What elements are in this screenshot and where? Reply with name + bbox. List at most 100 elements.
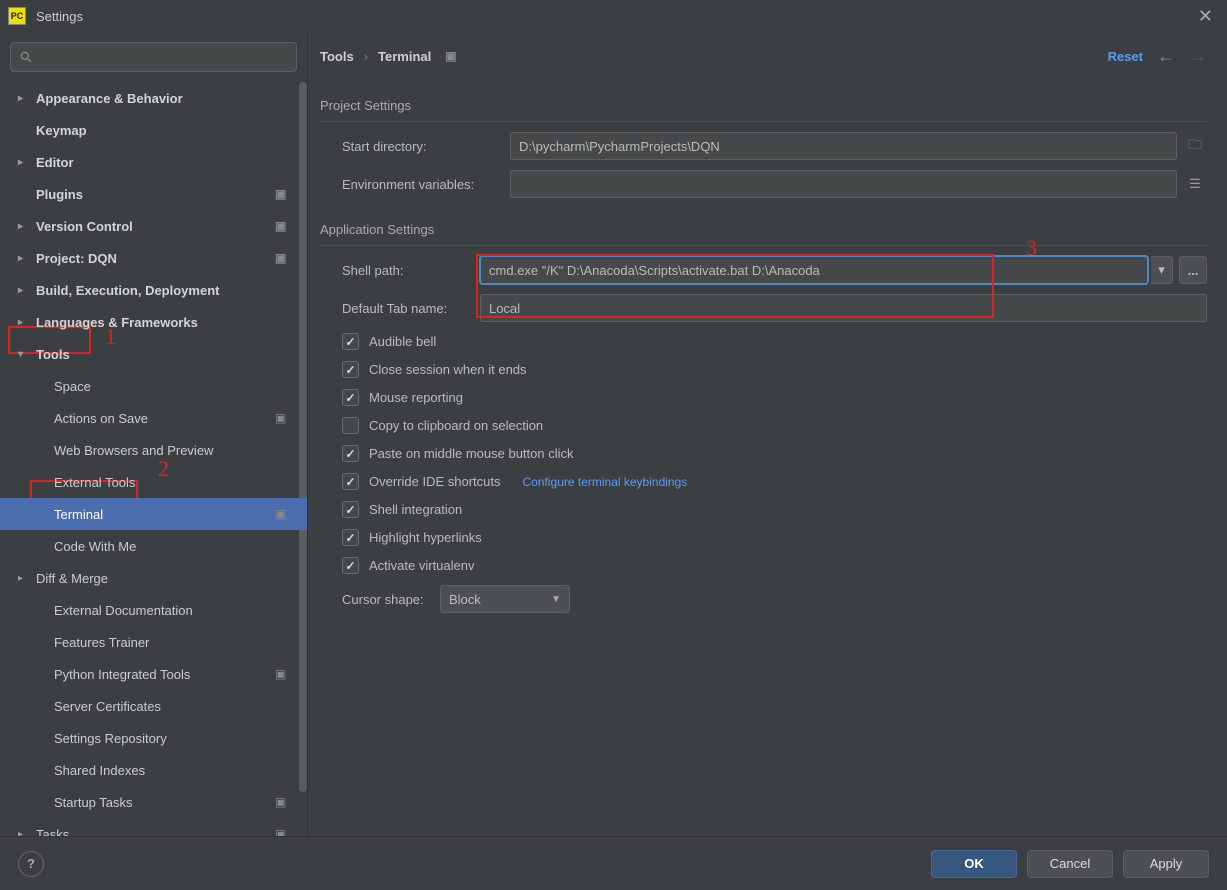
tree-item-label: Version Control — [36, 219, 275, 234]
tree-item-code-with-me[interactable]: Code With Me — [0, 530, 307, 562]
folder-icon[interactable]: 🗀 — [1183, 133, 1207, 159]
tree-item-label: Languages & Frameworks — [36, 315, 289, 330]
list-icon[interactable]: ☰ — [1183, 171, 1207, 197]
checkbox-row-audible: Audible bell — [320, 333, 1207, 350]
tree-item-label: Actions on Save — [54, 411, 275, 426]
checkbox-mouse[interactable] — [342, 389, 359, 406]
reset-link[interactable]: Reset — [1108, 49, 1143, 64]
checkbox-clipboard[interactable] — [342, 417, 359, 434]
section-project-settings: Project Settings — [320, 98, 1207, 113]
project-badge-icon: ▣ — [275, 187, 289, 201]
cursor-shape-value: Block — [449, 592, 481, 607]
checkbox-shellint[interactable] — [342, 501, 359, 518]
nav-forward-icon[interactable]: → — [1189, 46, 1207, 67]
project-badge-icon: ▣ — [275, 795, 289, 809]
tree-item-tools[interactable]: ▾Tools — [0, 338, 307, 370]
tree-item-label: Tools — [36, 347, 289, 362]
env-vars-input[interactable] — [510, 170, 1177, 198]
close-icon[interactable]: ✕ — [1192, 6, 1219, 27]
dialog-footer: ? OK Cancel Apply — [0, 836, 1227, 890]
apply-button[interactable]: Apply — [1123, 850, 1209, 878]
settings-tree: 1 2 ▸Appearance & BehaviorKeymap▸EditorP… — [0, 82, 307, 836]
checkbox-row-close_session: Close session when it ends — [320, 361, 1207, 378]
search-input[interactable] — [10, 42, 297, 72]
checkbox-audible[interactable] — [342, 333, 359, 350]
tree-item-web-browsers-and-preview[interactable]: Web Browsers and Preview — [0, 434, 307, 466]
label-env-vars: Environment variables: — [320, 177, 510, 192]
configure-keybindings-link[interactable]: Configure terminal keybindings — [523, 475, 688, 489]
checkbox-row-venv: Activate virtualenv — [320, 557, 1207, 574]
tree-item-label: Keymap — [36, 123, 289, 138]
tree-item-label: Python Integrated Tools — [54, 667, 275, 682]
tree-item-appearance-behavior[interactable]: ▸Appearance & Behavior — [0, 82, 307, 114]
tree-item-label: Terminal — [54, 507, 275, 522]
tree-item-terminal[interactable]: Terminal▣ — [0, 498, 307, 530]
tree-item-languages-frameworks[interactable]: ▸Languages & Frameworks — [0, 306, 307, 338]
chevron-right-icon: ▸ — [18, 93, 30, 104]
breadcrumb-root[interactable]: Tools — [320, 49, 354, 64]
tree-item-label: Space — [54, 379, 289, 394]
tree-item-label: Tasks — [36, 827, 275, 837]
start-directory-input[interactable] — [510, 132, 1177, 160]
cursor-shape-select[interactable]: Block ▼ — [440, 585, 570, 613]
tree-item-label: Web Browsers and Preview — [54, 443, 289, 458]
label-start-directory: Start directory: — [320, 139, 510, 154]
tree-item-server-certificates[interactable]: Server Certificates — [0, 690, 307, 722]
checkbox-paste[interactable] — [342, 445, 359, 462]
checkbox-highlight[interactable] — [342, 529, 359, 546]
checkbox-label-clipboard: Copy to clipboard on selection — [369, 418, 543, 433]
project-badge-icon: ▣ — [275, 251, 289, 265]
tree-item-label: Features Trainer — [54, 635, 289, 650]
breadcrumb-sep: › — [364, 49, 368, 64]
checkbox-override[interactable] — [342, 473, 359, 490]
tree-item-keymap[interactable]: Keymap — [0, 114, 307, 146]
shell-path-browse-button[interactable]: ... — [1179, 256, 1207, 284]
tree-item-build-execution-deployment[interactable]: ▸Build, Execution, Deployment — [0, 274, 307, 306]
chevron-right-icon: ▸ — [18, 573, 30, 584]
main-area: 1 2 ▸Appearance & BehaviorKeymap▸EditorP… — [0, 32, 1227, 836]
checkbox-close_session[interactable] — [342, 361, 359, 378]
tree-item-label: Code With Me — [54, 539, 289, 554]
tree-item-editor[interactable]: ▸Editor — [0, 146, 307, 178]
checkbox-label-shellint: Shell integration — [369, 502, 462, 517]
shell-path-dropdown-icon[interactable]: ▾ — [1151, 256, 1173, 284]
label-cursor-shape: Cursor shape: — [320, 592, 440, 607]
checkbox-row-shellint: Shell integration — [320, 501, 1207, 518]
checkbox-venv[interactable] — [342, 557, 359, 574]
nav-back-icon[interactable]: ← — [1157, 46, 1175, 67]
tree-item-label: Settings Repository — [54, 731, 289, 746]
project-badge-icon: ▣ — [275, 827, 289, 836]
tree-item-label: Server Certificates — [54, 699, 289, 714]
label-shell-path: Shell path: — [320, 263, 480, 278]
checkbox-label-venv: Activate virtualenv — [369, 558, 475, 573]
label-default-tab-name: Default Tab name: — [320, 301, 480, 316]
tree-item-external-tools[interactable]: External Tools — [0, 466, 307, 498]
tree-item-plugins[interactable]: Plugins▣ — [0, 178, 307, 210]
checkbox-row-paste: Paste on middle mouse button click — [320, 445, 1207, 462]
section-application-settings: Application Settings — [320, 222, 1207, 237]
tree-item-settings-repository[interactable]: Settings Repository — [0, 722, 307, 754]
tree-item-label: Shared Indexes — [54, 763, 289, 778]
help-button[interactable]: ? — [18, 851, 44, 877]
tree-item-startup-tasks[interactable]: Startup Tasks▣ — [0, 786, 307, 818]
tree-item-label: Diff & Merge — [36, 571, 289, 586]
ok-button[interactable]: OK — [931, 850, 1017, 878]
tree-item-project-dqn[interactable]: ▸Project: DQN▣ — [0, 242, 307, 274]
tree-item-external-documentation[interactable]: External Documentation — [0, 594, 307, 626]
tree-item-label: Startup Tasks — [54, 795, 275, 810]
tree-item-tasks[interactable]: ▸Tasks▣ — [0, 818, 307, 836]
search-icon — [19, 50, 33, 64]
tree-item-label: External Tools — [54, 475, 289, 490]
tree-item-python-integrated-tools[interactable]: Python Integrated Tools▣ — [0, 658, 307, 690]
divider — [320, 121, 1207, 122]
default-tab-name-input[interactable] — [480, 294, 1207, 322]
checkbox-row-clipboard: Copy to clipboard on selection — [320, 417, 1207, 434]
tree-item-diff-merge[interactable]: ▸ Diff & Merge — [0, 562, 307, 594]
cancel-button[interactable]: Cancel — [1027, 850, 1113, 878]
tree-item-version-control[interactable]: ▸Version Control▣ — [0, 210, 307, 242]
tree-item-space[interactable]: Space — [0, 370, 307, 402]
tree-item-actions-on-save[interactable]: Actions on Save▣ — [0, 402, 307, 434]
tree-item-features-trainer[interactable]: Features Trainer — [0, 626, 307, 658]
shell-path-input[interactable] — [480, 256, 1148, 284]
tree-item-shared-indexes[interactable]: Shared Indexes — [0, 754, 307, 786]
